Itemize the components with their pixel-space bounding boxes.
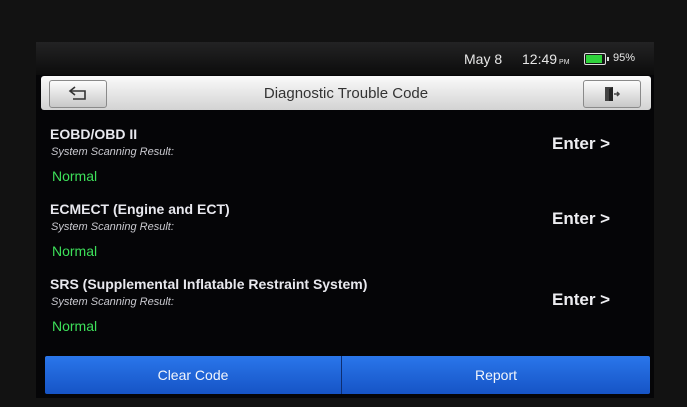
scan-status: Normal bbox=[52, 168, 98, 184]
status-meridiem: PM bbox=[559, 59, 570, 66]
clear-code-button[interactable]: Clear Code bbox=[45, 356, 341, 394]
system-name: ECMECT (Engine and ECT) bbox=[50, 201, 230, 217]
battery-percent: 95% bbox=[613, 52, 636, 64]
page-title: Diagnostic Trouble Code bbox=[263, 85, 429, 102]
system-name: EOBD/OBD II bbox=[50, 126, 138, 142]
device-screen: May 8 12:49 PM 95% Diagnostic Trouble Cod… bbox=[36, 42, 654, 398]
system-name: SRS (Supplemental Inflatable Restraint S… bbox=[50, 276, 368, 292]
back-arrow-icon bbox=[68, 86, 86, 100]
back-button[interactable] bbox=[49, 80, 107, 108]
scan-result-label: System Scanning Result: bbox=[51, 296, 174, 308]
battery-tip bbox=[607, 57, 609, 61]
system-row[interactable]: SRS (Supplemental Inflatable Restraint S… bbox=[50, 276, 650, 348]
system-row[interactable]: ECMECT (Engine and ECT) System Scanning … bbox=[50, 201, 650, 273]
status-date: May 8 bbox=[464, 51, 503, 67]
enter-button[interactable]: Enter > bbox=[552, 209, 610, 229]
status-time: 12:49 PM bbox=[522, 51, 570, 67]
enter-button[interactable]: Enter > bbox=[552, 290, 610, 310]
exit-door-icon bbox=[605, 87, 621, 101]
scan-status: Normal bbox=[52, 318, 98, 334]
scan-status: Normal bbox=[52, 243, 98, 259]
scan-result-label: System Scanning Result: bbox=[51, 146, 174, 158]
status-time-value: 12:49 bbox=[522, 51, 558, 67]
scan-result-label: System Scanning Result: bbox=[51, 221, 174, 233]
status-bar: May 8 12:49 PM 95% bbox=[36, 42, 654, 75]
exit-button[interactable] bbox=[583, 80, 641, 108]
bottom-action-bar: Clear Code Report bbox=[45, 356, 650, 394]
enter-button[interactable]: Enter > bbox=[552, 134, 610, 154]
battery-icon bbox=[584, 53, 609, 65]
report-button[interactable]: Report bbox=[342, 356, 650, 394]
system-row[interactable]: EOBD/OBD II System Scanning Result: Norm… bbox=[50, 126, 650, 198]
battery-fill bbox=[586, 55, 602, 63]
title-bar: Diagnostic Trouble Code bbox=[41, 76, 651, 110]
